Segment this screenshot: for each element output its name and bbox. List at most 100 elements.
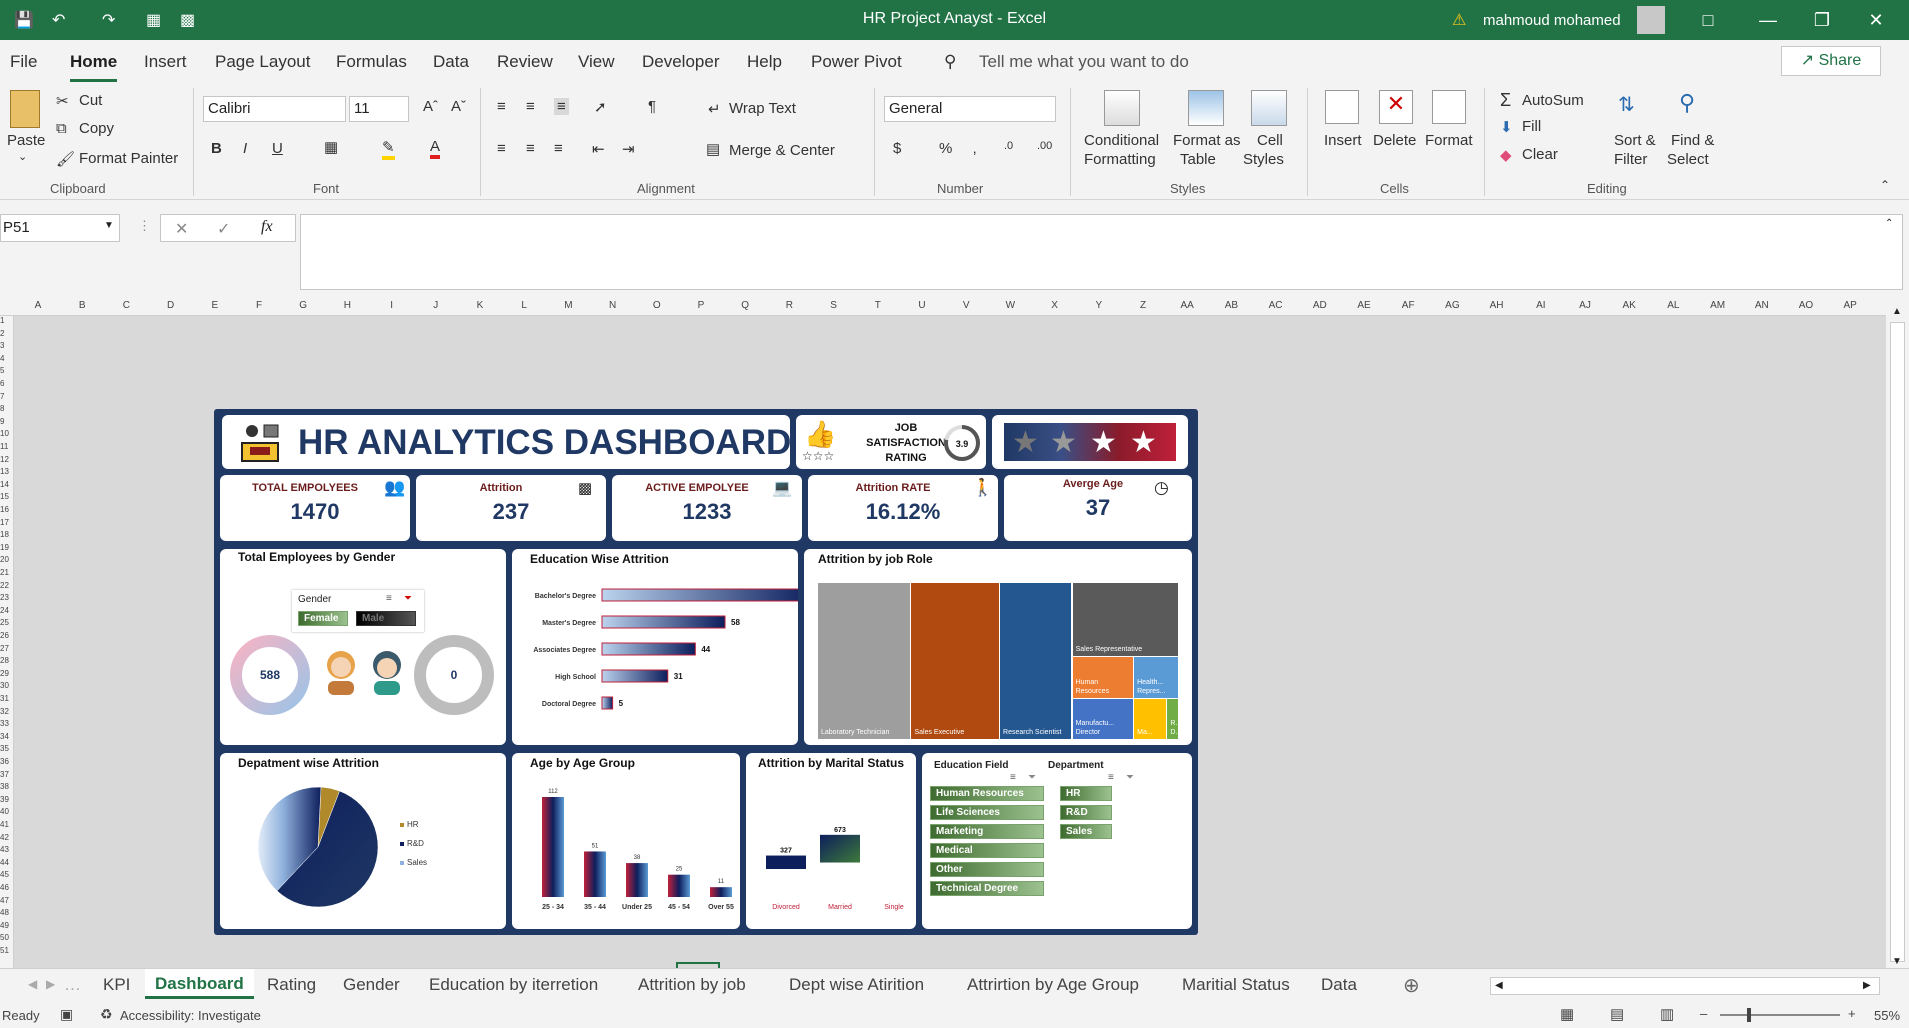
tab-age-group[interactable]: Attrirtion by Age Group xyxy=(967,975,1139,995)
scroll-thumb[interactable] xyxy=(1890,322,1905,962)
tab-attrition-by-job[interactable]: Attrition by job xyxy=(638,975,746,995)
restore-icon[interactable]: ❐ xyxy=(1802,6,1842,34)
column-header[interactable]: C xyxy=(116,300,136,311)
format-cells-icon[interactable] xyxy=(1432,90,1466,124)
column-header[interactable]: Q xyxy=(735,300,755,311)
education-field-slicer-item[interactable]: Medical xyxy=(930,843,1044,858)
scroll-right-icon[interactable]: ▶ xyxy=(1863,980,1871,991)
column-header[interactable]: P xyxy=(691,300,711,311)
column-header[interactable]: F xyxy=(249,300,269,311)
row-header[interactable]: 6 xyxy=(0,379,4,388)
row-header[interactable]: 21 xyxy=(0,568,9,577)
percent-icon[interactable]: % xyxy=(939,140,952,157)
row-header[interactable]: 31 xyxy=(0,694,9,703)
column-header[interactable]: D xyxy=(161,300,181,311)
row-header[interactable]: 12 xyxy=(0,455,9,464)
column-header[interactable]: AK xyxy=(1619,300,1639,311)
slicer-item-male[interactable]: Male xyxy=(356,611,416,626)
column-header[interactable]: N xyxy=(603,300,623,311)
column-header[interactable]: I xyxy=(382,300,402,311)
row-header[interactable]: 50 xyxy=(0,933,9,942)
align-left-icon[interactable]: ≡ xyxy=(497,140,506,157)
row-header[interactable]: 5 xyxy=(0,366,4,375)
italic-icon[interactable]: I xyxy=(243,140,247,157)
row-header[interactable]: 13 xyxy=(0,467,9,476)
column-header[interactable]: AG xyxy=(1442,300,1462,311)
accessibility-status[interactable]: Accessibility: Investigate xyxy=(120,1008,261,1023)
row-header[interactable]: 10 xyxy=(0,429,9,438)
column-header[interactable]: M xyxy=(558,300,578,311)
row-header[interactable]: 20 xyxy=(0,555,9,564)
row-header[interactable]: 15 xyxy=(0,492,9,501)
row-header[interactable]: 2 xyxy=(0,329,4,338)
row-header[interactable]: 49 xyxy=(0,921,9,930)
comma-icon[interactable]: ‚ xyxy=(973,140,976,157)
row-header[interactable]: 23 xyxy=(0,593,9,602)
tab-education[interactable]: Education by iterretion xyxy=(429,975,598,995)
normal-view-icon[interactable]: ▦ xyxy=(1560,1005,1574,1023)
row-header[interactable]: 46 xyxy=(0,883,9,892)
autosum-button[interactable]: AutoSum xyxy=(1522,92,1584,109)
orientation-icon[interactable]: ➚ xyxy=(594,98,607,116)
column-header[interactable]: AI xyxy=(1531,300,1551,311)
cancel-icon[interactable]: ✕ xyxy=(175,219,188,239)
row-header[interactable]: 25 xyxy=(0,618,9,627)
row-header[interactable]: 24 xyxy=(0,606,9,615)
row-header[interactable]: 43 xyxy=(0,845,9,854)
column-header[interactable]: AE xyxy=(1354,300,1374,311)
font-color-icon[interactable]: A xyxy=(430,138,441,159)
column-header[interactable]: AN xyxy=(1752,300,1772,311)
column-header[interactable]: K xyxy=(470,300,490,311)
row-header[interactable]: 37 xyxy=(0,770,9,779)
align-middle-icon[interactable]: ≡ xyxy=(526,98,535,115)
column-header[interactable]: L xyxy=(514,300,534,311)
decrease-decimal-icon[interactable]: .00 xyxy=(1037,140,1052,152)
conditional-formatting-button[interactable]: Conditional xyxy=(1084,132,1159,149)
tab-gender[interactable]: Gender xyxy=(343,975,400,995)
column-header[interactable]: X xyxy=(1045,300,1065,311)
tab-rating[interactable]: Rating xyxy=(267,975,316,995)
font-name-select[interactable]: Calibri xyxy=(203,96,346,122)
row-header[interactable]: 36 xyxy=(0,757,9,766)
row-header[interactable]: 19 xyxy=(0,543,9,552)
row-header[interactable]: 29 xyxy=(0,669,9,678)
insert-cells-button[interactable]: Insert xyxy=(1324,132,1362,149)
fill-button[interactable]: Fill xyxy=(1522,118,1541,135)
align-center-icon[interactable]: ≡ xyxy=(526,140,535,157)
row-header[interactable]: 27 xyxy=(0,644,9,653)
delete-cells-button[interactable]: Delete xyxy=(1373,132,1416,149)
row-header[interactable]: 9 xyxy=(0,417,4,426)
education-field-slicer-item[interactable]: Technical Degree xyxy=(930,881,1044,896)
column-header[interactable]: AP xyxy=(1840,300,1860,311)
format-as-table-button[interactable]: Format as xyxy=(1173,132,1241,149)
row-header[interactable]: 17 xyxy=(0,518,9,527)
tab-kpi[interactable]: KPI xyxy=(103,975,130,995)
ribbon-display-icon[interactable]: □ xyxy=(1688,6,1728,34)
autosum-icon[interactable]: Σ xyxy=(1500,90,1511,111)
menu-insert[interactable]: Insert xyxy=(144,52,187,72)
column-header[interactable]: H xyxy=(337,300,357,311)
multi-select-icon[interactable]: ≡ xyxy=(1010,772,1016,783)
cell-styles-icon[interactable] xyxy=(1251,90,1287,126)
row-header[interactable]: 11 xyxy=(0,442,8,451)
enter-icon[interactable]: ✓ xyxy=(217,219,230,239)
row-header[interactable]: 42 xyxy=(0,833,9,842)
row-header[interactable]: 32 xyxy=(0,707,9,716)
column-header[interactable]: AM xyxy=(1708,300,1728,311)
row-header[interactable]: 44 xyxy=(0,858,9,867)
slicer-item-female[interactable]: Female xyxy=(298,611,348,626)
menu-page-layout[interactable]: Page Layout xyxy=(215,52,310,72)
user-name[interactable]: mahmoud mohamed xyxy=(1483,12,1621,29)
merge-center-icon[interactable]: ▤ xyxy=(706,140,720,158)
row-header[interactable]: 28 xyxy=(0,656,9,665)
education-field-slicer-item[interactable]: Life Sciences xyxy=(930,805,1044,820)
clear-filter-icon[interactable]: ⏷ xyxy=(404,593,412,604)
tab-data[interactable]: Data xyxy=(1321,975,1357,995)
column-header[interactable]: W xyxy=(1000,300,1020,311)
tab-marital-status[interactable]: Maritial Status xyxy=(1182,975,1290,995)
row-header[interactable]: 48 xyxy=(0,908,9,917)
clear-button[interactable]: Clear xyxy=(1522,146,1558,163)
zoom-level[interactable]: 55% xyxy=(1874,1008,1900,1023)
column-header[interactable]: G xyxy=(293,300,313,311)
page-layout-view-icon[interactable]: ▤ xyxy=(1610,1005,1624,1023)
